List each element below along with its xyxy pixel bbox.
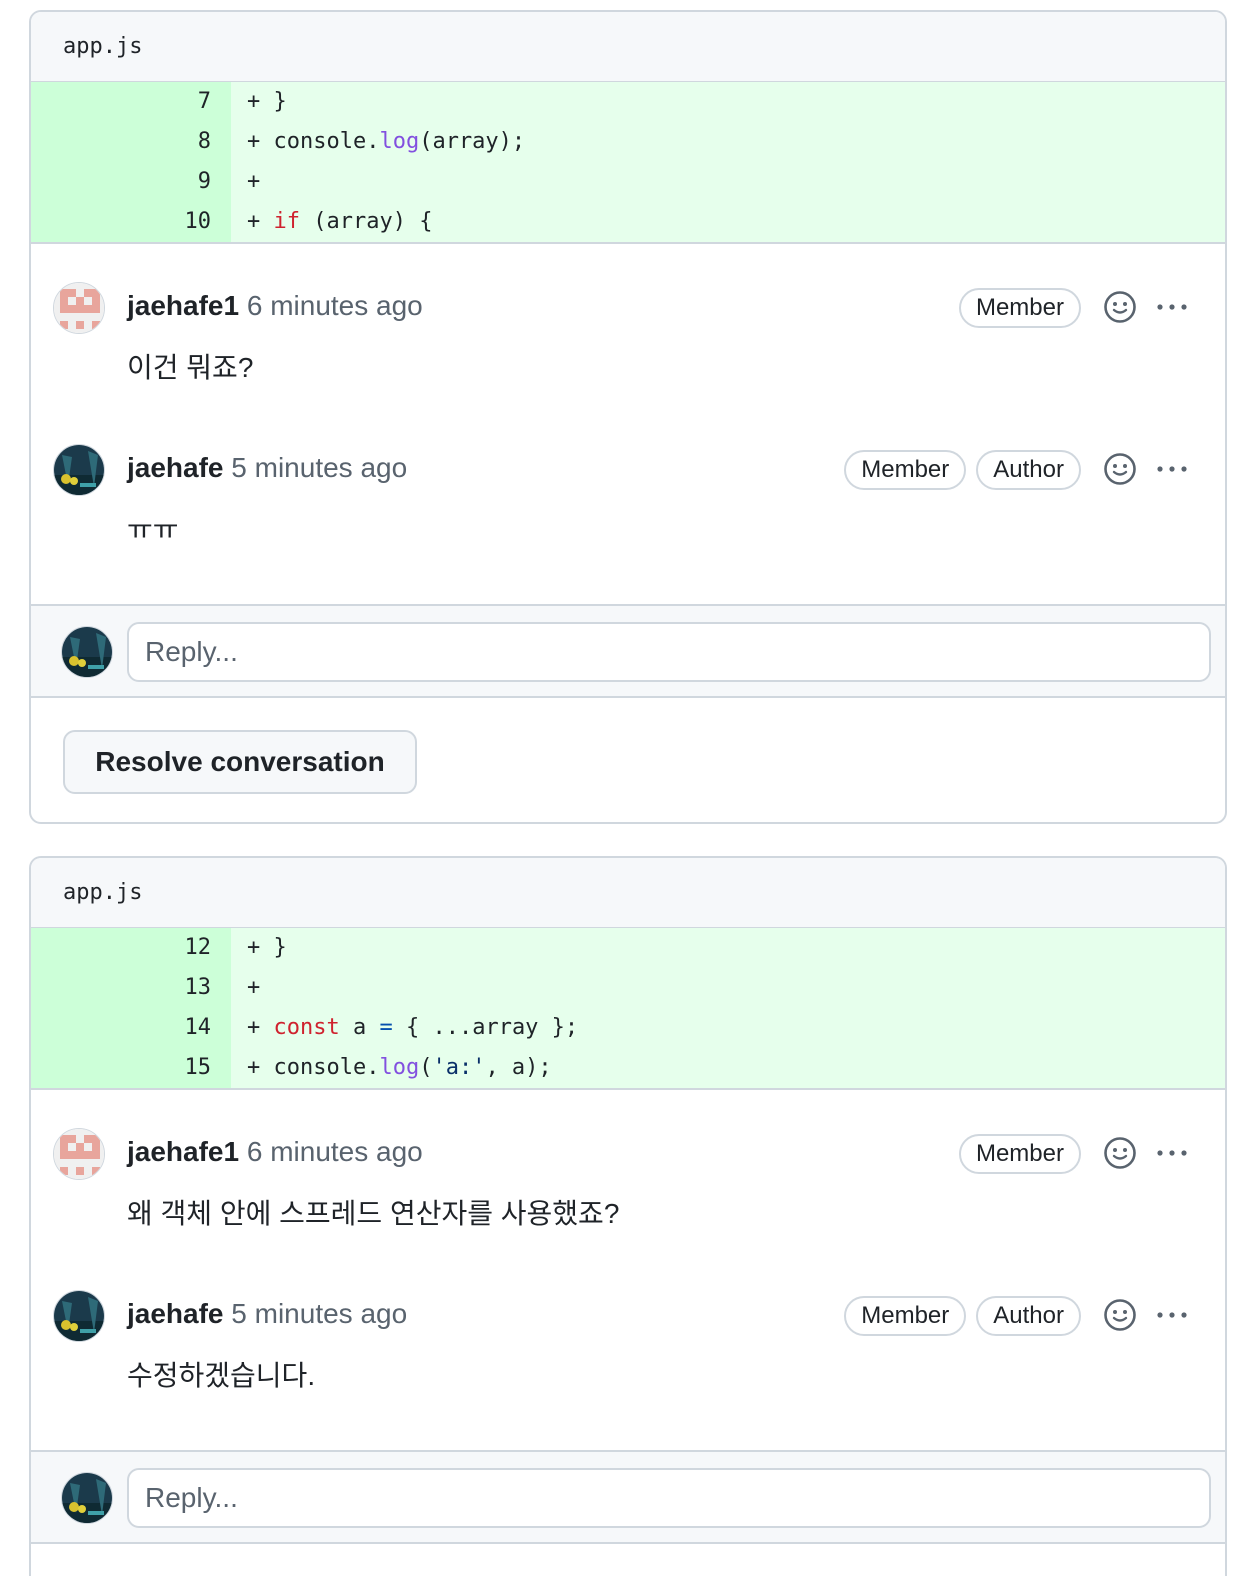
comment-list: jaehafe1 6 minutes ago Member 이건 뭐죠? jae… xyxy=(31,244,1225,604)
reply-input[interactable] xyxy=(127,622,1211,682)
line-number[interactable]: 15 xyxy=(31,1048,231,1088)
review-thread-1: app.js 7 + } 8 + console.log(array); 9 +… xyxy=(29,10,1227,824)
comment-body: 왜 객체 안에 스프레드 연산자를 사용했죠? xyxy=(127,1198,620,1229)
avatar[interactable] xyxy=(53,444,105,496)
smiley-icon[interactable] xyxy=(1103,290,1137,324)
comment-actions xyxy=(1103,452,1189,486)
author-badge: Author xyxy=(976,450,1081,490)
kebab-horizontal-icon[interactable] xyxy=(1155,290,1189,324)
comment-body: ㅠㅠ xyxy=(127,514,179,545)
member-badge: Member xyxy=(844,450,967,490)
line-number[interactable]: 10 xyxy=(31,202,231,242)
file-name[interactable]: app.js xyxy=(31,12,1225,82)
code-line: + xyxy=(231,968,1225,1008)
reply-area xyxy=(31,1450,1225,1544)
diff-line: 14 + const a = { ...array }; xyxy=(31,1008,1225,1048)
comment-body: 이건 뭐죠? xyxy=(127,352,254,383)
member-badge: Member xyxy=(958,1134,1081,1174)
author-link[interactable]: jaehafe1 xyxy=(127,1136,239,1167)
avatar[interactable] xyxy=(53,1290,105,1342)
kebab-horizontal-icon[interactable] xyxy=(1155,1136,1189,1170)
smiley-icon[interactable] xyxy=(1103,1298,1137,1332)
code-line: + } xyxy=(231,82,1225,122)
badges: Member xyxy=(958,1134,1081,1174)
reply-area xyxy=(31,604,1225,698)
avatar xyxy=(61,626,113,678)
comment-meta: jaehafe1 6 minutes ago xyxy=(127,1132,423,1172)
member-badge: Member xyxy=(958,288,1081,328)
line-number[interactable]: 14 xyxy=(31,1008,231,1048)
diff-hunk: 12 + } 13 + 14 + const a = { ...array };… xyxy=(31,928,1225,1090)
resolve-conversation-button[interactable]: Resolve conversation xyxy=(63,730,417,794)
diff-line: 15 + console.log('a:', a); xyxy=(31,1048,1225,1088)
comment-actions xyxy=(1103,290,1189,324)
line-number[interactable]: 8 xyxy=(31,122,231,162)
resolve-area: Resolve conversation xyxy=(31,698,1225,822)
kebab-horizontal-icon[interactable] xyxy=(1155,1298,1189,1332)
badges: Member xyxy=(958,288,1081,328)
smiley-icon[interactable] xyxy=(1103,1136,1137,1170)
timestamp[interactable]: 6 minutes ago xyxy=(247,290,423,321)
code-line: + if (array) { xyxy=(231,202,1225,242)
diff-line: 12 + } xyxy=(31,928,1225,968)
comment-body: 수정하겠습니다. xyxy=(127,1360,316,1391)
file-name[interactable]: app.js xyxy=(31,858,1225,928)
author-link[interactable]: jaehafe xyxy=(127,1298,224,1329)
avatar[interactable] xyxy=(53,282,105,334)
line-number[interactable]: 7 xyxy=(31,82,231,122)
timestamp[interactable]: 5 minutes ago xyxy=(231,1298,407,1329)
line-number[interactable]: 13 xyxy=(31,968,231,1008)
code-line: + } xyxy=(231,928,1225,968)
comment-actions xyxy=(1103,1298,1189,1332)
review-thread-2: app.js 12 + } 13 + 14 + const a = { ...a… xyxy=(29,856,1227,1576)
review-comment: jaehafe 5 minutes ago Member Author 수정하겠… xyxy=(31,1288,1225,1450)
code-line: + console.log(array); xyxy=(231,122,1225,162)
diff-line: 9 + xyxy=(31,162,1225,202)
timestamp[interactable]: 5 minutes ago xyxy=(231,452,407,483)
author-link[interactable]: jaehafe1 xyxy=(127,290,239,321)
kebab-horizontal-icon[interactable] xyxy=(1155,452,1189,486)
line-number[interactable]: 12 xyxy=(31,928,231,968)
review-comment: jaehafe 5 minutes ago Member Author ㅠㅠ xyxy=(31,442,1225,604)
code-line: + xyxy=(231,162,1225,202)
comment-meta: jaehafe 5 minutes ago xyxy=(127,448,407,488)
author-link[interactable]: jaehafe xyxy=(127,452,224,483)
line-number[interactable]: 9 xyxy=(31,162,231,202)
comment-actions xyxy=(1103,1136,1189,1170)
comment-meta: jaehafe1 6 minutes ago xyxy=(127,286,423,326)
smiley-icon[interactable] xyxy=(1103,452,1137,486)
code-line: + console.log('a:', a); xyxy=(231,1048,1225,1088)
diff-hunk: 7 + } 8 + console.log(array); 9 + 10 + i… xyxy=(31,82,1225,244)
avatar[interactable] xyxy=(53,1128,105,1180)
diff-line: 7 + } xyxy=(31,82,1225,122)
reply-input[interactable] xyxy=(127,1468,1211,1528)
code-line: + const a = { ...array }; xyxy=(231,1008,1225,1048)
comment-list: jaehafe1 6 minutes ago Member 왜 객체 안에 스프… xyxy=(31,1090,1225,1450)
author-badge: Author xyxy=(976,1296,1081,1336)
badges: Member Author xyxy=(844,450,1081,490)
diff-line: 13 + xyxy=(31,968,1225,1008)
comment-meta: jaehafe 5 minutes ago xyxy=(127,1294,407,1334)
badges: Member Author xyxy=(844,1296,1081,1336)
review-comment: jaehafe1 6 minutes ago Member 왜 객체 안에 스프… xyxy=(31,1126,1225,1288)
avatar xyxy=(61,1472,113,1524)
diff-line: 10 + if (array) { xyxy=(31,202,1225,242)
timestamp[interactable]: 6 minutes ago xyxy=(247,1136,423,1167)
diff-line: 8 + console.log(array); xyxy=(31,122,1225,162)
member-badge: Member xyxy=(844,1296,967,1336)
review-comment: jaehafe1 6 minutes ago Member 이건 뭐죠? xyxy=(31,280,1225,442)
